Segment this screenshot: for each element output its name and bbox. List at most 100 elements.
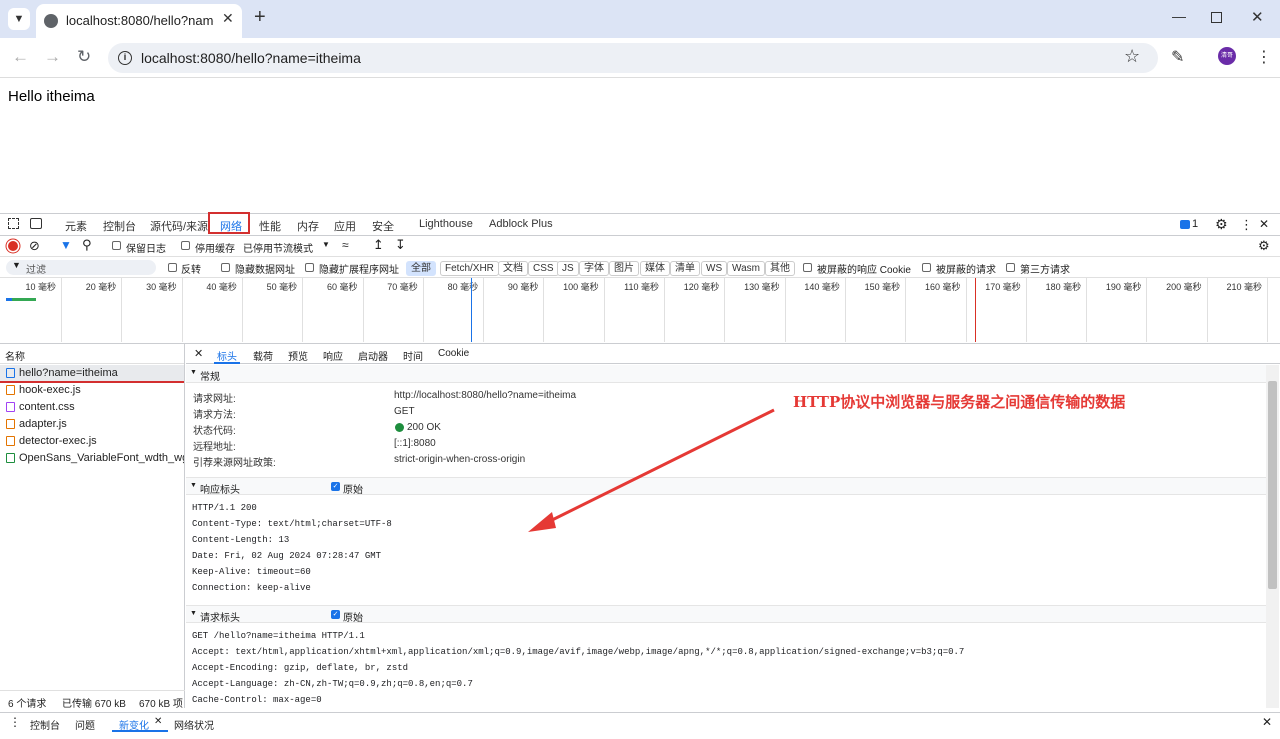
request-row[interactable]: hook-exec.js (0, 382, 184, 399)
timeline-tick-label: 130 毫秒 (744, 282, 780, 292)
type-filter-doc[interactable]: 文档 (498, 261, 528, 276)
throttle-select[interactable]: 已停用节流模式 (243, 240, 313, 255)
browser-tab[interactable]: localhost:8080/hello?name=i ✕ (36, 4, 242, 38)
type-filter-all[interactable]: 全部 (406, 261, 436, 276)
timeline-tick-label: 120 毫秒 (683, 282, 720, 292)
detail-tab-response[interactable]: 响应 (323, 348, 343, 363)
forward-button[interactable]: → (44, 47, 61, 67)
chevron-down-icon[interactable]: ▼ (322, 240, 330, 249)
inspect-element-icon[interactable] (8, 218, 19, 229)
general-value: [::1]:8080 (394, 438, 436, 449)
site-info-icon[interactable]: i (118, 51, 132, 65)
type-filter-manifest[interactable]: 清单 (670, 261, 700, 276)
filter-funnel-icon[interactable]: ▼ (60, 238, 72, 252)
name-column-header[interactable]: 名称 (0, 344, 184, 364)
clear-icon[interactable]: ⊘ (29, 238, 40, 254)
close-drawer-tab-icon[interactable]: ✕ (154, 716, 162, 727)
timeline-gridline (1146, 278, 1148, 342)
invert-checkbox[interactable] (168, 263, 177, 272)
type-filter-other[interactable]: 其他 (765, 261, 795, 276)
detail-tab-payload[interactable]: 载荷 (253, 348, 273, 363)
request-name: hook-exec.js (19, 384, 81, 396)
detail-tab-cookie[interactable]: Cookie (438, 348, 469, 359)
network-conditions-wifi-icon[interactable]: ≈ (342, 238, 349, 252)
browser-menu-icon[interactable]: ⋮ (1256, 47, 1272, 67)
request-row[interactable]: OpenSans_VariableFont_wdth_wg... (0, 450, 184, 467)
blocked-requests-checkbox[interactable] (922, 263, 931, 272)
request-row[interactable]: adapter.js (0, 416, 184, 433)
tab-memory[interactable]: 内存 (297, 218, 319, 234)
tab-lighthouse[interactable]: Lighthouse (419, 218, 473, 230)
detail-tab-headers[interactable]: 标头 (217, 348, 237, 363)
new-tab-button[interactable]: + (254, 6, 266, 29)
detail-tab-initiator[interactable]: 启动器 (358, 348, 388, 363)
detail-tab-timing[interactable]: 时间 (403, 348, 423, 363)
timeline-tick-label: 140 毫秒 (804, 282, 840, 292)
address-bar[interactable]: i localhost:8080/hello?name=itheima ☆ (108, 43, 1158, 73)
drawer-menu-icon[interactable]: ⋮ (9, 715, 21, 729)
tab-performance[interactable]: 性能 (259, 218, 281, 234)
scrollbar-thumb[interactable] (1268, 381, 1277, 589)
header-line: Accept: text/html,application/xhtml+xml,… (192, 647, 965, 657)
tab-search-button[interactable]: ▼ (8, 8, 30, 30)
back-button[interactable]: ← (12, 47, 29, 67)
request-row[interactable]: detector-exec.js (0, 433, 184, 450)
type-filter-font[interactable]: 字体 (579, 261, 609, 276)
issues-count[interactable]: 1 (1192, 218, 1198, 230)
tab-application[interactable]: 应用 (334, 218, 356, 234)
filter-input[interactable]: ▼ 过滤 (6, 260, 156, 276)
tab-security[interactable]: 安全 (372, 218, 394, 234)
extensions-puzzle-icon[interactable]: ✎ (1171, 47, 1184, 67)
devtools-menu-icon[interactable]: ⋮ (1240, 217, 1253, 233)
timeline-tick-label: 210 毫秒 (1226, 282, 1262, 292)
bookmark-star-icon[interactable]: ☆ (1124, 46, 1140, 67)
request-row[interactable]: content.css (0, 399, 184, 416)
request-row[interactable]: hello?name=itheima (0, 365, 184, 383)
tab-network[interactable]: 网络 (220, 218, 242, 234)
import-har-icon[interactable]: ↥ (373, 237, 384, 253)
drawer-tab-console[interactable]: 控制台 (30, 717, 60, 732)
hide-ext-urls-checkbox[interactable] (305, 263, 314, 272)
details-scrollbar[interactable] (1266, 365, 1279, 708)
record-icon[interactable] (8, 241, 18, 251)
raw-checkbox[interactable]: ✓ (331, 482, 340, 491)
type-filter-fetch-xhr[interactable]: Fetch/XHR (440, 261, 499, 276)
close-window-button[interactable]: ✕ (1251, 8, 1264, 26)
type-filter-img[interactable]: 图片 (609, 261, 639, 276)
maximize-button[interactable] (1211, 12, 1222, 23)
type-filter-media[interactable]: 媒体 (640, 261, 670, 276)
search-icon[interactable]: ⚲ (82, 237, 92, 253)
export-har-icon[interactable]: ↧ (395, 237, 406, 253)
tab-sources[interactable]: 源代码/来源 (150, 218, 208, 234)
type-filter-js[interactable]: JS (557, 261, 579, 276)
device-toolbar-icon[interactable] (30, 218, 42, 229)
reload-button[interactable]: ↻ (77, 47, 91, 67)
issues-chat-icon[interactable] (1180, 220, 1190, 229)
hide-data-urls-checkbox[interactable] (221, 263, 230, 272)
drawer-tab-issues[interactable]: 问题 (75, 717, 95, 732)
tab-console[interactable]: 控制台 (103, 218, 136, 234)
third-party-checkbox[interactable] (1006, 263, 1015, 272)
network-overview-timeline[interactable]: 10 毫秒 20 毫秒 30 毫秒 40 毫秒 50 毫秒 60 毫秒 70 毫秒 80 毫秒… (0, 278, 1280, 344)
drawer-tab-network-conditions[interactable]: 网络状况 (174, 717, 214, 732)
request-headers-section-header[interactable]: ▼ 请求标头 ✓ 原始 (186, 605, 1266, 624)
general-section-header[interactable]: ▼ 常规 (186, 365, 1266, 383)
type-filter-css[interactable]: CSS (528, 261, 559, 276)
profile-avatar[interactable]: 清哥 (1218, 47, 1236, 65)
network-settings-gear-icon[interactable]: ⚙ (1258, 238, 1270, 254)
close-tab-icon[interactable]: ✕ (222, 10, 234, 27)
preserve-log-checkbox[interactable] (112, 241, 121, 250)
settings-gear-icon[interactable]: ⚙ (1215, 216, 1228, 233)
raw-checkbox[interactable]: ✓ (331, 610, 340, 619)
tab-adblock-plus[interactable]: Adblock Plus (489, 218, 553, 230)
type-filter-wasm[interactable]: Wasm (727, 261, 765, 276)
blocked-cookies-checkbox[interactable] (803, 263, 812, 272)
type-filter-ws[interactable]: WS (701, 261, 728, 276)
disable-cache-checkbox[interactable] (181, 241, 190, 250)
close-drawer-icon[interactable]: ✕ (1262, 715, 1272, 729)
close-devtools-icon[interactable]: ✕ (1259, 217, 1269, 231)
minimize-button[interactable]: — (1172, 8, 1186, 24)
detail-tab-preview[interactable]: 预览 (288, 348, 308, 363)
close-details-icon[interactable]: ✕ (194, 347, 203, 360)
tab-elements[interactable]: 元素 (65, 218, 87, 234)
